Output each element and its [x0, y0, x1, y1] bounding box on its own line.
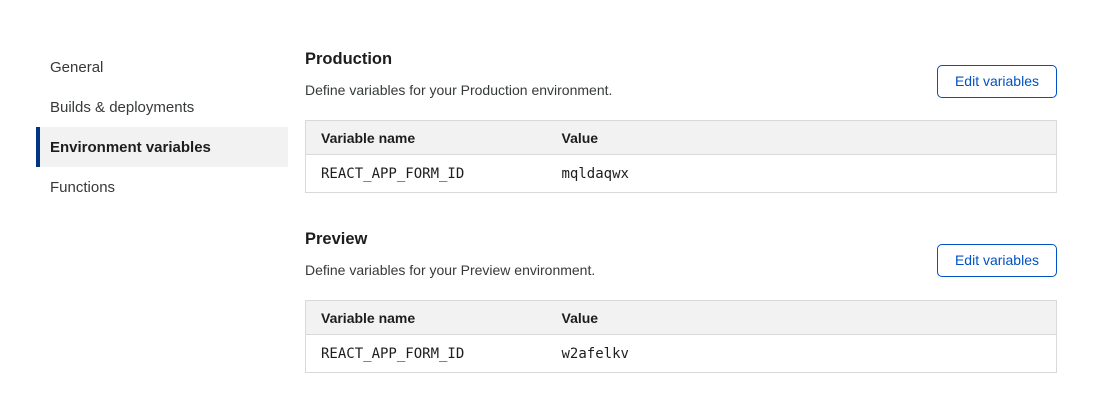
variable-name-cell: REACT_APP_FORM_ID — [306, 155, 547, 193]
table-header-row: Variable name Value — [306, 121, 1057, 155]
environment-variables-panel: Production Define variables for your Pro… — [305, 50, 1057, 373]
table-header-row: Variable name Value — [306, 301, 1057, 335]
sidebar-item-environment-variables[interactable]: Environment variables — [36, 127, 288, 167]
sidebar-item-label: Environment variables — [50, 139, 211, 156]
sidebar-item-functions[interactable]: Functions — [36, 167, 288, 207]
variable-value-cell: mqldaqwx — [547, 155, 1057, 193]
variable-value-cell: w2afelkv — [547, 335, 1057, 373]
production-section: Production Define variables for your Pro… — [305, 50, 1057, 193]
preview-section: Preview Define variables for your Previe… — [305, 230, 1057, 373]
variable-name-cell: REACT_APP_FORM_ID — [306, 335, 547, 373]
sidebar-item-label: Functions — [50, 179, 115, 196]
sidebar-item-general[interactable]: General — [36, 47, 288, 87]
edit-variables-button-preview[interactable]: Edit variables — [937, 244, 1057, 277]
preview-variables-table: Variable name Value REACT_APP_FORM_ID w2… — [305, 300, 1057, 373]
table-row: REACT_APP_FORM_ID mqldaqwx — [306, 155, 1057, 193]
sidebar-item-label: Builds & deployments — [50, 99, 194, 116]
sidebar-item-builds-deployments[interactable]: Builds & deployments — [36, 87, 288, 127]
settings-sidebar: General Builds & deployments Environment… — [36, 47, 288, 207]
edit-variables-button-production[interactable]: Edit variables — [937, 65, 1057, 98]
production-variables-table: Variable name Value REACT_APP_FORM_ID mq… — [305, 120, 1057, 193]
table-row: REACT_APP_FORM_ID w2afelkv — [306, 335, 1057, 373]
column-header-value: Value — [547, 121, 1057, 155]
column-header-value: Value — [547, 301, 1057, 335]
column-header-variable-name: Variable name — [306, 301, 547, 335]
column-header-variable-name: Variable name — [306, 121, 547, 155]
sidebar-item-label: General — [50, 59, 103, 76]
